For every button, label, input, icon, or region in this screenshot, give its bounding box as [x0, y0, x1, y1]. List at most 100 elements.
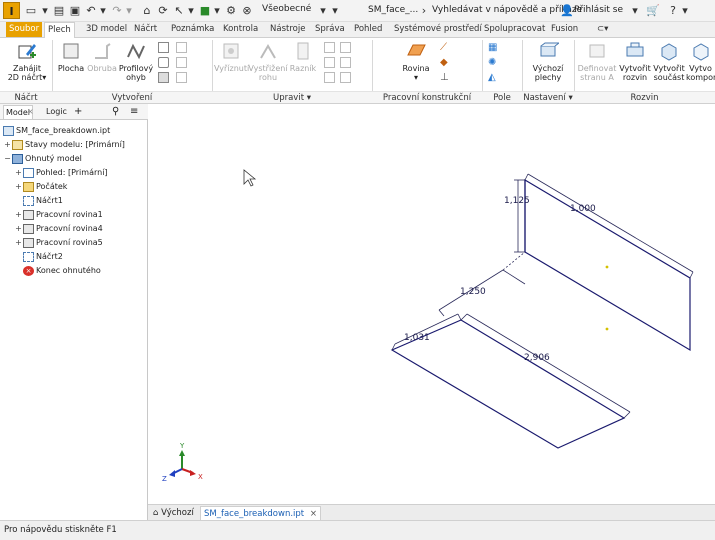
tab-plech[interactable]: Plech — [44, 22, 75, 39]
redo-dropdown-icon[interactable]: ▾ — [124, 3, 134, 19]
tree-item-work-plane4[interactable]: + Pracovní rovina4 — [14, 222, 103, 236]
fold-icon[interactable] — [158, 57, 169, 68]
user-icon[interactable]: 👤 — [560, 3, 574, 19]
dimension-width-top[interactable]: 1,000 — [570, 204, 596, 214]
vertical-face[interactable] — [524, 178, 691, 352]
signin-dropdown-icon[interactable]: ▾ — [630, 3, 640, 19]
tab-kontrola[interactable]: Kontrola — [220, 22, 261, 37]
sketch-dropdown-icon[interactable]: ▾ — [42, 73, 46, 82]
corner-seam-icon[interactable] — [176, 72, 187, 83]
vytvorit-rozvin-button[interactable]: Vytvořit rozvin — [618, 40, 652, 82]
tree-item-work-plane1[interactable]: + Pracovní rovina1 — [14, 208, 103, 222]
browser-tab-close-icon[interactable]: × — [27, 105, 34, 119]
open-file-icon[interactable]: ▤ — [52, 3, 66, 19]
select-icon[interactable]: ↖ — [172, 3, 186, 19]
plocha-button[interactable]: Plocha — [56, 40, 86, 73]
dropdown-arrow-icon[interactable]: ▾ — [40, 3, 50, 19]
tab-overflow-icon[interactable]: ⊂▾ — [594, 22, 611, 37]
tab-systemove-prostredi[interactable]: Systémové prostředí — [391, 22, 485, 37]
tab-nacrt[interactable]: Náčrt — [131, 22, 160, 37]
raznik-button[interactable]: Razník — [288, 40, 318, 73]
doc-tab-home[interactable]: ⌂ Výchozí — [150, 506, 197, 520]
tree-item-view[interactable]: + Pohled: [Primární] — [14, 166, 108, 180]
doc-tab-active[interactable]: SM_face_breakdown.ipt × — [200, 506, 321, 520]
rect-pattern-icon[interactable]: ▦ — [488, 42, 499, 53]
delete-face-icon[interactable] — [340, 72, 351, 83]
app-logo-icon[interactable]: I — [3, 2, 20, 19]
mirror-icon[interactable]: ◭ — [488, 72, 499, 83]
work-point-icon[interactable]: ◆ — [440, 57, 451, 68]
adjust-icon[interactable]: ⚙ — [224, 3, 238, 19]
tree-item-origin[interactable]: + Počátek — [14, 180, 67, 194]
work-axis-icon[interactable]: ⟋ — [440, 42, 451, 53]
help-icon[interactable]: ? — [666, 3, 680, 19]
tab-soubor[interactable]: Soubor — [6, 22, 43, 37]
dimension-height[interactable]: 1,125 — [504, 196, 530, 206]
tab-poznamka[interactable]: Poznámka — [168, 22, 217, 37]
start-2d-sketch-button[interactable]: Zahájit 2D náčrt▾ — [6, 40, 48, 82]
expand-toggle-icon[interactable]: + — [14, 208, 23, 222]
vytvorit-soucast-button[interactable]: Vytvořit součást — [652, 40, 686, 82]
definovat-stranu-a-button[interactable]: Definovat stranu A — [576, 40, 618, 82]
model-view[interactable]: 1,125 1,000 1,250 1,031 2,906 Y X Z — [148, 104, 715, 504]
update-icon[interactable]: ⟳ — [156, 3, 170, 19]
browser-add-tab[interactable]: + — [74, 105, 82, 119]
vychozi-plechy-button[interactable]: Výchozí plechy — [528, 40, 568, 82]
expand-toggle-icon[interactable]: + — [14, 236, 23, 250]
tab-spolupracovat[interactable]: Spolupracovat — [481, 22, 548, 37]
doc-tab-close-icon[interactable]: × — [310, 509, 317, 519]
dimension-offset[interactable]: 1,250 — [460, 287, 486, 297]
home-icon[interactable]: ⌂ — [140, 3, 154, 19]
undo-dropdown-icon[interactable]: ▾ — [98, 3, 108, 19]
chamfer-icon[interactable] — [340, 42, 351, 53]
vytvorit-komponenty-button[interactable]: Vytvo kompon — [686, 40, 715, 82]
sketch-point[interactable] — [605, 327, 609, 331]
split-icon[interactable] — [324, 72, 335, 83]
clear-override-icon[interactable]: ⊗ — [240, 3, 254, 19]
vyriznuti-button[interactable]: Vyříznutí — [214, 40, 249, 73]
expand-toggle-icon[interactable]: + — [14, 166, 23, 180]
material-dropdown-arrow-icon[interactable]: ▾ — [318, 3, 328, 19]
bend-icon[interactable] — [176, 57, 187, 68]
save-icon[interactable]: ▣ — [68, 3, 82, 19]
help-dropdown-icon[interactable]: ▾ — [680, 3, 690, 19]
tab-sprava[interactable]: Správa — [312, 22, 348, 37]
browser-menu-icon[interactable]: ≡ — [130, 105, 138, 119]
unfold-icon[interactable] — [324, 42, 335, 53]
lofted-flange-icon[interactable] — [158, 72, 169, 83]
obruba-button[interactable]: Obruba — [86, 40, 118, 73]
material-dropdown[interactable]: Všeobecné — [262, 4, 311, 14]
expand-icon[interactable]: ▾ — [330, 3, 340, 19]
browser-tab-logic[interactable]: Logic — [46, 105, 67, 119]
tree-item-sketch1[interactable]: Náčrt1 — [14, 194, 63, 208]
graphics-canvas[interactable]: 1,125 1,000 1,250 1,031 2,906 Y X Z — [148, 104, 715, 504]
sketch-point[interactable] — [605, 265, 609, 269]
browser-search-icon[interactable]: ⚲ — [112, 105, 119, 119]
upravit-dropdown-icon[interactable]: ▾ — [304, 93, 311, 103]
appearance-icon[interactable]: ■ — [198, 3, 212, 19]
fillet-icon[interactable] — [340, 57, 351, 68]
nastaveni-dropdown-icon[interactable]: ▾ — [566, 93, 572, 103]
dimension-length[interactable]: 2,906 — [524, 353, 550, 363]
rovina-button[interactable]: Rovina ▾ — [396, 40, 436, 82]
hem-icon[interactable] — [158, 42, 169, 53]
circular-pattern-icon[interactable]: ✺ — [488, 57, 499, 68]
tree-item-folded-model[interactable]: − Ohnutý model — [3, 152, 82, 166]
appearance-dropdown-icon[interactable]: ▾ — [212, 3, 222, 19]
undo-icon[interactable]: ↶ — [84, 3, 98, 19]
tree-item-sketch2[interactable]: Náčrt2 — [14, 250, 63, 264]
tab-fusion[interactable]: Fusion — [548, 22, 581, 37]
expand-toggle-icon[interactable]: + — [3, 138, 12, 152]
tree-item-root[interactable]: SM_face_breakdown.ipt — [3, 124, 110, 138]
vystrizeni-rohu-button[interactable]: Vystřižení rohu — [248, 40, 288, 82]
rovina-dropdown-icon[interactable]: ▾ — [414, 73, 418, 82]
tab-pohled[interactable]: Pohled — [351, 22, 385, 37]
expand-toggle-icon[interactable]: + — [14, 222, 23, 236]
tree-item-end-of-folded[interactable]: × Konec ohnutého — [14, 264, 101, 278]
dimension-depth[interactable]: 1,031 — [404, 333, 430, 343]
redo-icon[interactable]: ↷ — [110, 3, 124, 19]
contour-roll-icon[interactable] — [176, 42, 187, 53]
sign-in-button[interactable]: Přihlásit se — [574, 5, 623, 15]
tree-item-model-states[interactable]: + Stavy modelu: [Primární] — [3, 138, 125, 152]
expand-toggle-icon[interactable]: + — [14, 180, 23, 194]
